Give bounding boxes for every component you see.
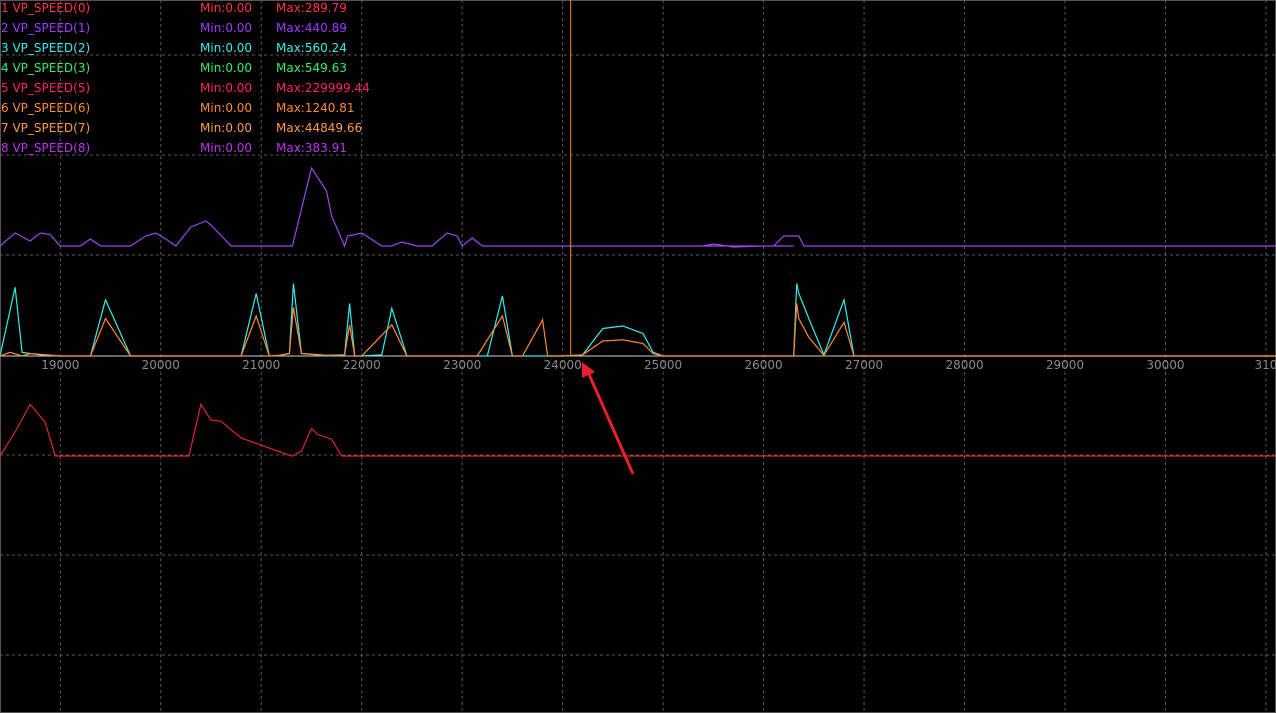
legend-min-value: Min:0.00 xyxy=(200,61,253,75)
legend-max-value: Max:440.89 xyxy=(276,21,347,35)
legend-max-value: Max:44849.66 xyxy=(276,121,363,135)
legend-min-value: Min:0.00 xyxy=(200,141,253,155)
x-tick-label: 310 xyxy=(1254,358,1276,372)
x-tick-label: 23000 xyxy=(443,358,481,372)
x-tick-label: 22000 xyxy=(343,358,381,372)
legend-series-label: 5 VP_SPEED(5) xyxy=(1,81,91,95)
legend-min-value: Min:0.00 xyxy=(200,121,253,135)
legend-max-value: Max:560.24 xyxy=(276,41,347,55)
legend-series-label: 3 VP_SPEED(2) xyxy=(1,41,91,55)
x-tick-label: 26000 xyxy=(744,358,782,372)
legend-series-label: 7 VP_SPEED(7) xyxy=(1,121,91,135)
legend-min-value: Min:0.00 xyxy=(200,21,253,35)
x-tick-label: 30000 xyxy=(1146,358,1184,372)
legend-min-value: Min:0.00 xyxy=(200,1,253,15)
legend-min-value: Min:0.00 xyxy=(200,81,253,95)
x-tick-label: 25000 xyxy=(644,358,682,372)
scope-plot-area[interactable]: 19000 20000 21000 22000 23000 24000 25000 26000… xyxy=(0,0,1276,713)
x-tick-label: 19000 xyxy=(41,358,79,372)
legend-max-value: Max:1240.81 xyxy=(276,101,355,115)
legend-series-label: 8 VP_SPEED(8) xyxy=(1,141,91,155)
legend-series-label: 4 VP_SPEED(3) xyxy=(1,61,91,75)
legend-min-value: Min:0.00 xyxy=(200,41,253,55)
x-tick-label: 28000 xyxy=(945,358,983,372)
x-tick-label: 21000 xyxy=(242,358,280,372)
x-tick-label: 29000 xyxy=(1046,358,1084,372)
legend-series-label: 6 VP_SPEED(6) xyxy=(1,101,91,115)
legend-max-value: Max:383.91 xyxy=(276,141,347,155)
legend-max-value: Max:549.63 xyxy=(276,61,347,75)
legend-max-value: Max:289.79 xyxy=(276,1,347,15)
x-tick-label: 24000 xyxy=(544,358,582,372)
legend-series-label: 1 VP_SPEED(0) xyxy=(1,1,91,15)
x-tick-label: 20000 xyxy=(142,358,180,372)
x-tick-label: 27000 xyxy=(845,358,883,372)
legend-max-value: Max:229999.44 xyxy=(276,81,370,95)
legend-series-label: 2 VP_SPEED(1) xyxy=(1,21,91,35)
legend-min-value: Min:0.00 xyxy=(200,101,253,115)
